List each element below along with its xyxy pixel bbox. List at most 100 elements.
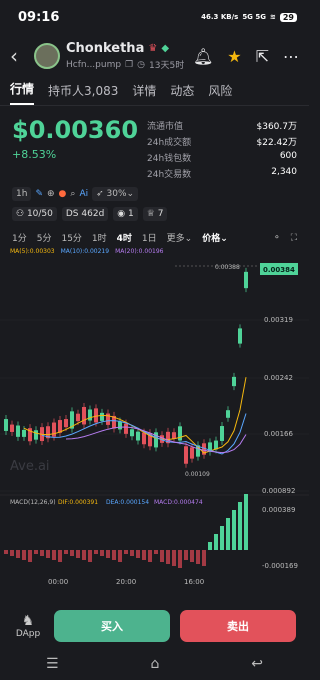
back-nav-icon[interactable]: ↩	[251, 656, 263, 672]
tab-holders[interactable]: 持币人3,083	[48, 82, 118, 105]
stat-value: 2,340	[271, 167, 297, 177]
footer-bar: ♞ DApp 买入 卖出	[0, 604, 309, 648]
badges-row: ⚇ 10/50 DS 462d ◉ 1 ♕ 7	[0, 201, 309, 221]
price-toggle-label: 价格	[202, 234, 221, 244]
alert-icon: ♛	[148, 43, 158, 54]
macd-bar	[22, 550, 26, 560]
macd-bar	[82, 550, 86, 560]
star-icon[interactable]: ★	[227, 47, 241, 66]
macd-bar	[196, 550, 200, 564]
interval-more[interactable]: 更多⌄	[167, 231, 193, 244]
sell-button[interactable]: 卖出	[180, 610, 296, 642]
macd-tick: 0.000389	[262, 506, 295, 514]
ai-icon[interactable]: Ai	[79, 189, 88, 199]
token-header: ‹ Chonketha ♛ ◆ Hcfn...pump ❐ ◷ 13天5时 🔔︎…	[0, 34, 309, 78]
interval-5m[interactable]: 5分	[37, 231, 52, 244]
candle	[76, 413, 80, 422]
interval-4h[interactable]: 4时	[117, 231, 132, 244]
candle	[172, 432, 176, 439]
macd-bar	[148, 550, 152, 562]
battery-icon: 29	[279, 12, 297, 22]
token-name: Chonketha	[66, 41, 145, 56]
ma-legend: MA(5):0.00303 MA(10):0.00219 MA(20):0.00…	[0, 244, 309, 255]
candle	[10, 424, 14, 432]
pill-icon: ◆	[161, 43, 170, 54]
macd-bar	[76, 550, 80, 558]
stat-label: 24h交易数	[147, 170, 192, 180]
x-tick: 16:00	[184, 578, 204, 586]
token-address[interactable]: Hcfn...pump	[66, 60, 121, 70]
y-tick: 0.000892	[262, 487, 295, 495]
dif-label: DIF:0.000391	[58, 499, 98, 506]
reddit-icon[interactable]: ●	[59, 189, 67, 199]
interval-1h[interactable]: 1时	[92, 231, 107, 244]
macd-bar	[58, 550, 62, 562]
x-tick: 00:00	[48, 578, 68, 586]
macd-bar	[166, 550, 170, 564]
stat-row: 24h成交额 $22.42万	[147, 135, 297, 148]
dapp-button[interactable]: ♞ DApp	[12, 613, 44, 639]
tab-details[interactable]: 详情	[132, 82, 156, 105]
interval-1d[interactable]: 1日	[142, 231, 157, 244]
candle	[52, 422, 56, 437]
interval-15m[interactable]: 15分	[61, 231, 81, 244]
current-price: $0.00360	[12, 116, 139, 144]
boost-value: 30%	[106, 189, 127, 199]
copy-icon[interactable]: ❐	[125, 60, 133, 70]
candle	[130, 429, 134, 437]
tab-market[interactable]: 行情	[10, 80, 35, 105]
macd-bar	[88, 550, 92, 562]
menu-icon[interactable]: ☰	[46, 656, 59, 672]
trophy-value: 7	[157, 209, 164, 219]
buy-button[interactable]: 买入	[54, 610, 170, 642]
medal-badge[interactable]: ◉ 1	[113, 207, 138, 221]
macd-bar	[106, 550, 110, 558]
medal-value: 1	[128, 209, 134, 219]
macd-bar	[220, 526, 224, 550]
fullscreen-icon[interactable]: ⛶	[291, 233, 297, 243]
home-icon[interactable]: ⌂	[150, 656, 159, 672]
macd-bar	[70, 550, 74, 556]
macd-bar	[10, 550, 14, 556]
candle	[22, 429, 26, 437]
tab-activity[interactable]: 动态	[170, 82, 194, 105]
search-icon[interactable]: ⌕	[70, 189, 75, 199]
globe-icon[interactable]: ⊕	[47, 189, 55, 199]
stat-row: 流通市值 $360.7万	[147, 119, 297, 132]
macd-bar	[46, 550, 50, 558]
chart-tools: ⚬ ⛶	[273, 233, 297, 243]
token-chips: 1h ✎ ⊕ ● ⌕ Ai ➶ 30%⌄	[0, 187, 309, 201]
share-icon[interactable]: ⇱	[256, 47, 269, 66]
dapp-icon: ♞	[21, 613, 35, 629]
candle	[118, 421, 122, 430]
status-right: 46.3 KB/s 5G 5G ≋ 29	[201, 12, 297, 22]
back-icon[interactable]: ‹	[10, 44, 30, 68]
price-chart[interactable]: Ave.ai 0.00388 0.00109 0.00384 0.00319 0…	[0, 260, 309, 600]
macd-bar	[160, 550, 164, 562]
clock-icon: ◷	[137, 59, 146, 70]
tab-bar: 行情 持币人3,083 详情 动态 风险	[0, 78, 309, 106]
stat-value: $360.7万	[256, 122, 298, 132]
feather-icon[interactable]: ✎	[35, 189, 43, 199]
macd-bar	[64, 550, 68, 554]
trophy-badge[interactable]: ♕ 7	[142, 207, 168, 221]
price-left: $0.00360 +8.53%	[12, 116, 147, 183]
indicator-icon[interactable]: ⚬	[273, 233, 281, 243]
price-toggle[interactable]: 价格⌄	[202, 231, 228, 244]
bell-icon[interactable]: 🔔︎	[193, 47, 213, 66]
timeframe-chip[interactable]: 1h	[12, 187, 32, 201]
ds-badge[interactable]: DS 462d	[61, 207, 109, 221]
system-nav: ☰ ⌂ ↩	[0, 648, 309, 680]
interval-1m[interactable]: 1分	[12, 231, 27, 244]
watermark: Ave.ai	[10, 459, 50, 474]
holders-badge[interactable]: ⚇ 10/50	[12, 207, 57, 221]
macd-bar	[130, 550, 134, 556]
tab-risk[interactable]: 风险	[208, 82, 232, 105]
token-age: 13天5时	[149, 61, 185, 71]
more-icon[interactable]: ⋯	[283, 47, 299, 66]
net-speed: 46.3 KB/s	[201, 13, 239, 21]
macd-bar	[16, 550, 20, 558]
macd-bar	[172, 550, 176, 566]
boost-chip[interactable]: ➶ 30%⌄	[92, 187, 139, 201]
candle	[190, 447, 194, 459]
